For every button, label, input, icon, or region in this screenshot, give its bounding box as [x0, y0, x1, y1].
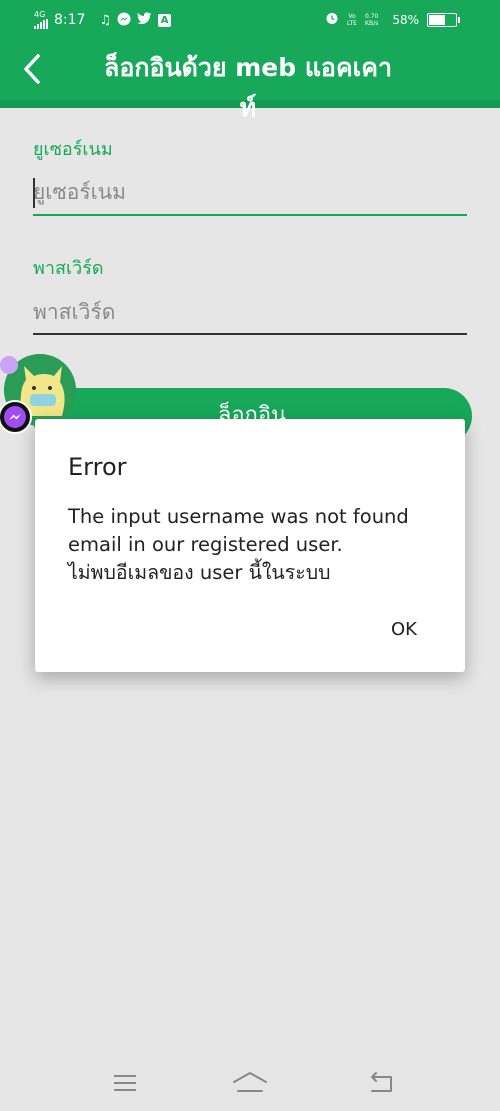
signal-icon — [34, 19, 48, 29]
home-icon — [233, 1072, 267, 1092]
dialog-message-line: ไม่พบอีเมลของ user นี้ในระบบ — [68, 561, 331, 584]
password-label: พาสเวิร์ด — [33, 258, 104, 279]
messenger-icon — [117, 12, 131, 29]
username-input[interactable]: ยูเซอร์เนม — [33, 176, 467, 208]
network-type: 4G — [34, 10, 46, 19]
app-badge-icon: A — [158, 13, 172, 27]
password-input[interactable]: พาสเวิร์ด — [33, 296, 467, 328]
username-underline — [33, 214, 467, 216]
back-nav-button[interactable] — [360, 1064, 400, 1100]
battery-icon — [427, 12, 460, 27]
dialog-title: Error — [68, 453, 127, 481]
music-note-icon: ♫ — [99, 12, 112, 28]
twitter-icon — [137, 12, 152, 28]
back-button[interactable] — [18, 50, 48, 88]
dialog-message-line: The input username was not found — [68, 505, 409, 528]
ok-button[interactable]: OK — [391, 619, 417, 640]
text-cursor — [33, 178, 35, 208]
dialog-message: The input username was not found email i… — [68, 503, 438, 587]
system-nav-bar — [0, 1052, 500, 1111]
notification-dot — [0, 356, 18, 374]
menu-button[interactable] — [105, 1064, 145, 1100]
volte-indicator: Vo LTE — [346, 12, 357, 27]
page-title: ล็อกอินด้วย meb แอคเคาท์ — [104, 53, 392, 122]
clock: 8:17 — [54, 12, 86, 28]
chevron-left-icon — [24, 54, 40, 84]
home-button[interactable] — [230, 1064, 270, 1100]
signal-indicator: 4G — [34, 11, 48, 29]
status-bar: 4G 8:17 ♫ A Vo LTE 0.70 KB/s 58% — [0, 0, 500, 38]
dialog-message-line: email in our registered user. — [68, 533, 343, 556]
back-icon — [371, 1072, 392, 1092]
alarm-clock-icon — [325, 11, 339, 28]
menu-icon — [114, 1075, 136, 1091]
error-dialog: Error The input username was not found e… — [35, 419, 465, 672]
password-underline — [33, 333, 467, 335]
username-label: ยูเซอร์เนม — [33, 139, 113, 160]
battery-percent: 58% — [392, 12, 419, 27]
messenger-badge-icon — [0, 400, 32, 434]
network-speed: 0.70 KB/s — [364, 12, 379, 27]
